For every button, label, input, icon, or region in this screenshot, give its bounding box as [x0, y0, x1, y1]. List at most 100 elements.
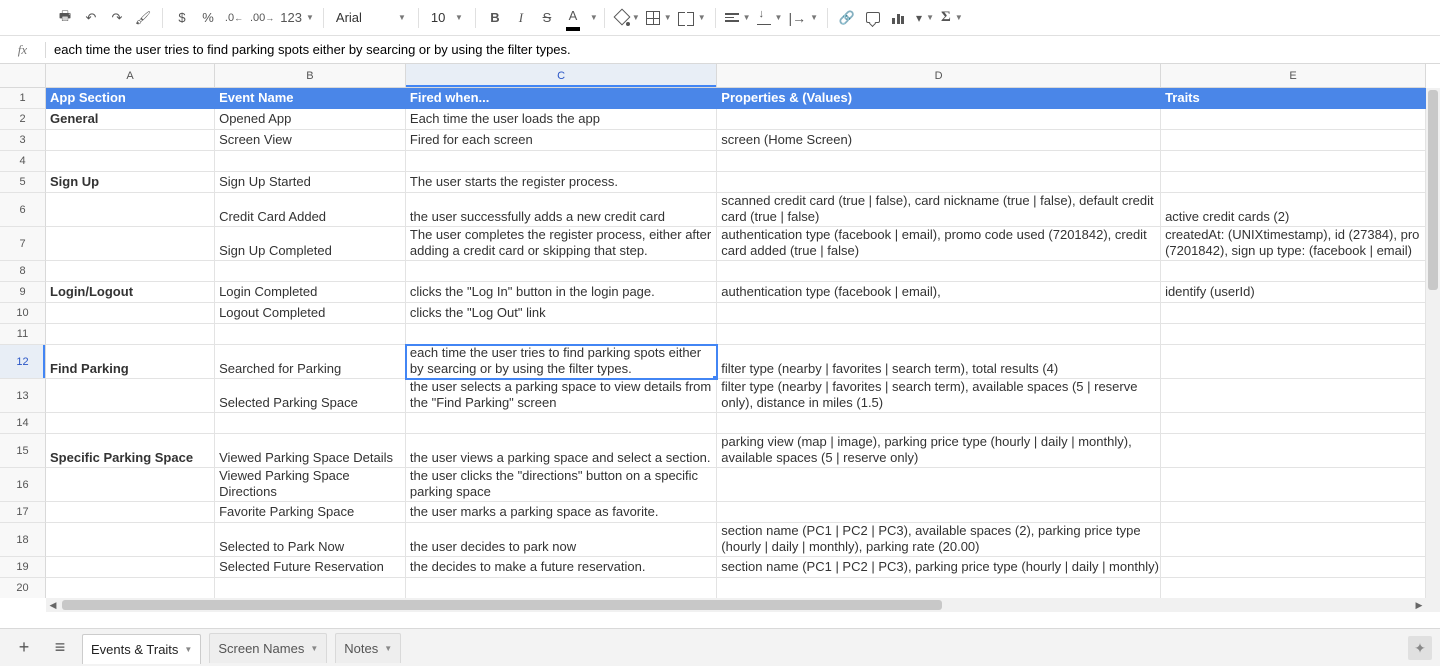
row-header[interactable]: 11 — [0, 324, 46, 345]
insert-link-button[interactable]: 🔗 — [834, 5, 860, 31]
cell[interactable] — [1161, 324, 1426, 345]
cell[interactable] — [717, 413, 1161, 434]
cell[interactable]: the decides to make a future reservation… — [406, 557, 717, 578]
cell[interactable] — [406, 261, 717, 282]
font-size-select[interactable]: 10▼ — [425, 5, 469, 31]
cell[interactable]: Sign Up Started — [215, 172, 406, 193]
row-header[interactable]: 17 — [0, 502, 46, 523]
cell[interactable]: Selected Future Reservation — [215, 557, 406, 578]
column-header-a[interactable]: A — [46, 64, 215, 88]
borders-button[interactable]: ▼ — [643, 5, 675, 31]
cell[interactable]: the user views a parking space and selec… — [406, 434, 717, 468]
cell[interactable] — [1161, 345, 1426, 379]
cell[interactable] — [717, 172, 1161, 193]
cell[interactable]: App Section — [46, 88, 215, 109]
cell[interactable]: clicks the "Log In" button in the login … — [406, 282, 717, 303]
row-header[interactable]: 3 — [0, 130, 46, 151]
cell[interactable] — [1161, 130, 1426, 151]
cell[interactable] — [46, 557, 215, 578]
cell[interactable] — [717, 303, 1161, 324]
row-header[interactable]: 6 — [0, 193, 46, 227]
row-header[interactable]: 8 — [0, 261, 46, 282]
row-header[interactable]: 12 — [0, 345, 46, 379]
cell[interactable]: Properties & (Values) — [717, 88, 1161, 109]
vertical-scrollbar[interactable] — [1426, 88, 1440, 598]
cell[interactable]: Specific Parking Space — [46, 434, 215, 468]
cell[interactable] — [1161, 468, 1426, 502]
cell[interactable] — [1161, 379, 1426, 413]
vertical-scroll-thumb[interactable] — [1428, 90, 1438, 290]
cell[interactable] — [1161, 172, 1426, 193]
cell[interactable] — [717, 261, 1161, 282]
cell[interactable]: The user starts the register process. — [406, 172, 717, 193]
cell[interactable] — [1161, 109, 1426, 130]
cell[interactable]: Sign Up — [46, 172, 215, 193]
cell[interactable] — [46, 413, 215, 434]
cell[interactable]: active credit cards (2) — [1161, 193, 1426, 227]
cell[interactable] — [46, 578, 215, 598]
text-color-caret[interactable]: ▼ — [590, 13, 598, 22]
cell[interactable]: authentication type (facebook | email), — [717, 282, 1161, 303]
fill-color-button[interactable]: ▼ — [611, 5, 643, 31]
row-header[interactable]: 2 — [0, 109, 46, 130]
text-wrap-button[interactable]: |→▼ — [785, 5, 821, 31]
cell[interactable] — [717, 578, 1161, 598]
cell[interactable]: the user successfully adds a new credit … — [406, 193, 717, 227]
cell[interactable] — [717, 109, 1161, 130]
scroll-left-button[interactable]: ◀ — [46, 598, 60, 612]
cell[interactable] — [46, 468, 215, 502]
cell[interactable]: The user completes the register process,… — [406, 227, 717, 261]
paint-format-button[interactable]: 🖌 — [130, 5, 156, 31]
cell[interactable] — [1161, 413, 1426, 434]
cell[interactable]: parking view (map | image), parking pric… — [717, 434, 1161, 468]
cell[interactable] — [46, 261, 215, 282]
cell[interactable]: Traits — [1161, 88, 1426, 109]
cell[interactable] — [46, 151, 215, 172]
cell[interactable]: identify (userId) — [1161, 282, 1426, 303]
cell[interactable] — [406, 578, 717, 598]
cell[interactable]: Opened App — [215, 109, 406, 130]
cell[interactable]: authentication type (facebook | email), … — [717, 227, 1161, 261]
text-color-button[interactable]: A — [560, 5, 586, 31]
cell[interactable] — [1161, 502, 1426, 523]
cell[interactable]: scanned credit card (true | false), card… — [717, 193, 1161, 227]
format-currency-button[interactable]: $ — [169, 5, 195, 31]
more-formats-button[interactable]: 123▼ — [277, 5, 317, 31]
merge-cells-button[interactable]: ▼ — [675, 5, 709, 31]
row-header[interactable]: 7 — [0, 227, 46, 261]
formula-input[interactable] — [46, 36, 1440, 63]
row-header[interactable]: 9 — [0, 282, 46, 303]
horizontal-align-button[interactable]: ▼ — [722, 5, 754, 31]
decrease-decimal-button[interactable]: .0← — [221, 5, 247, 31]
cell[interactable]: section name (PC1 | PC2 | PC3), availabl… — [717, 523, 1161, 557]
cell[interactable] — [215, 578, 406, 598]
add-sheet-button[interactable]: + — [10, 634, 38, 662]
cell[interactable]: Login/Logout — [46, 282, 215, 303]
cell[interactable] — [46, 130, 215, 151]
cell[interactable]: the user decides to park now — [406, 523, 717, 557]
format-percent-button[interactable]: % — [195, 5, 221, 31]
cell[interactable]: Viewed Parking Space Details — [215, 434, 406, 468]
select-all-corner[interactable] — [0, 64, 46, 88]
cell[interactable]: Event Name — [215, 88, 406, 109]
sheet-tab[interactable]: Screen Names▼ — [209, 633, 327, 663]
cell[interactable]: Each time the user loads the app — [406, 109, 717, 130]
cell[interactable]: Logout Completed — [215, 303, 406, 324]
cell[interactable]: Selected to Park Now — [215, 523, 406, 557]
cell[interactable]: screen (Home Screen) — [717, 130, 1161, 151]
undo-button[interactable]: ↶ — [78, 5, 104, 31]
row-header[interactable]: 5 — [0, 172, 46, 193]
cell[interactable] — [46, 324, 215, 345]
print-button[interactable]: 🖶 — [52, 5, 78, 31]
cell[interactable]: Screen View — [215, 130, 406, 151]
scroll-right-button[interactable]: ▶ — [1412, 598, 1426, 612]
row-header[interactable]: 16 — [0, 468, 46, 502]
cell[interactable]: the user selects a parking space to view… — [406, 379, 717, 413]
cell[interactable] — [717, 151, 1161, 172]
cell[interactable] — [1161, 261, 1426, 282]
column-header-e[interactable]: E — [1161, 64, 1426, 88]
cell[interactable] — [717, 324, 1161, 345]
cell[interactable] — [46, 502, 215, 523]
horizontal-scroll-thumb[interactable] — [62, 600, 942, 610]
cell[interactable] — [215, 261, 406, 282]
